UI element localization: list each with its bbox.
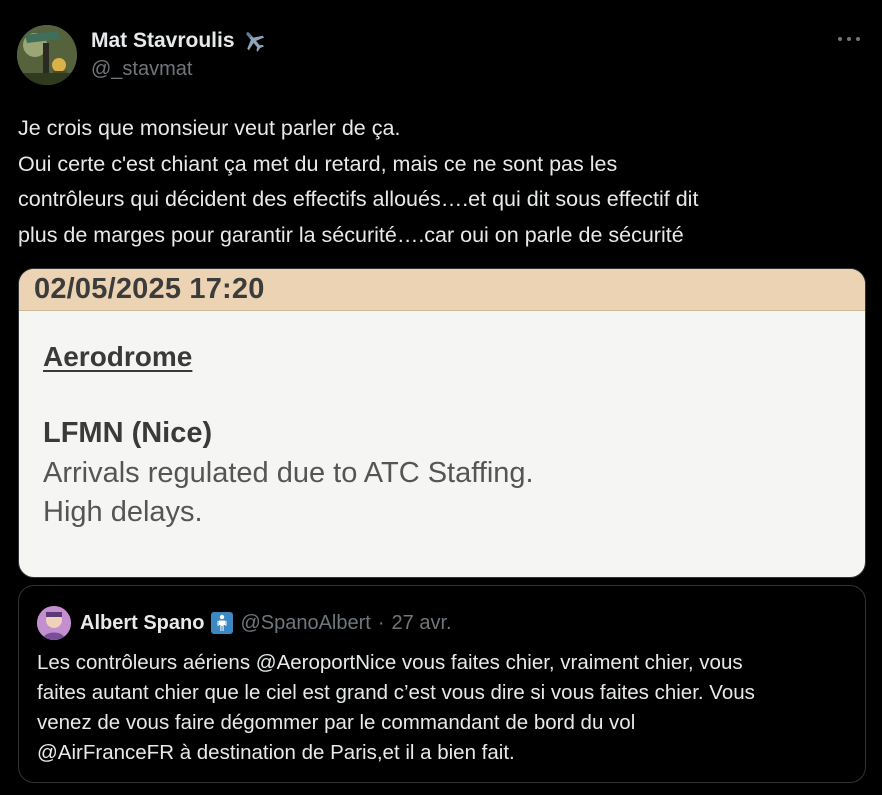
tweet-text-line: plus de marges pour garantir la sécurité… [18, 222, 684, 247]
quoted-text: Les contrôleurs aériens @AeroportNice vo… [37, 648, 857, 768]
quoted-date[interactable]: 27 avr. [392, 612, 452, 635]
more-options-button[interactable] [834, 24, 864, 54]
author-handle[interactable]: @_stavmat [91, 58, 192, 81]
media-airport: LFMN (Nice) [43, 417, 213, 449]
author-avatar[interactable] [17, 25, 77, 85]
quoted-avatar-image [37, 606, 71, 640]
media-section-title: Aerodrome [43, 341, 193, 372]
tweet-text-line: Oui certe c'est chiant ça met du retard,… [18, 151, 618, 176]
quoted-display-name[interactable]: Albert Spano [80, 612, 204, 635]
quoted-tweet[interactable]: Albert Spano @SpanoAlbert · 27 avr. Les … [18, 585, 866, 783]
more-horizontal-icon [838, 37, 860, 41]
media-message-line: Arrivals regulated due to ATC Staffing. [43, 457, 534, 489]
quoted-text-line: faites autant chier que le ciel est gran… [37, 681, 755, 704]
quoted-text-line: Les contrôleurs aériens @AeroportNice vo… [37, 651, 743, 674]
media-message-line: High delays. [43, 496, 203, 528]
meta-separator: · [377, 611, 385, 634]
quoted-text-line: @AirFranceFR à destination de Paris,et i… [37, 741, 515, 764]
quoted-text-line: venez de vous faire dégommer par le comm… [37, 711, 636, 734]
quoted-handle[interactable]: @SpanoAlbert [240, 612, 370, 635]
quoted-meta: Albert Spano @SpanoAlbert · 27 avr. [80, 610, 452, 636]
airplane-icon [245, 32, 264, 52]
tweet-text-line: Je crois que monsieur veut parler de ça. [18, 116, 401, 140]
media-header: 02/05/2025 17:20 [19, 269, 865, 311]
avatar-image [17, 25, 77, 85]
tweet-text: Je crois que monsieur veut parler de ça.… [18, 111, 868, 253]
media-date: 02/05/2025 17:20 [34, 273, 265, 305]
quoted-author-avatar[interactable] [37, 606, 71, 640]
person-standing-icon [211, 612, 234, 634]
author-name-row[interactable]: Mat Stavroulis [91, 28, 267, 54]
media-image[interactable]: 02/05/2025 17:20 Aerodrome LFMN (Nice) A… [18, 268, 866, 578]
tweet: Mat Stavroulis @_stavmat Je crois que mo… [0, 0, 882, 795]
tweet-text-line: contrôleurs qui décident des effectifs a… [18, 187, 699, 211]
author-display-name[interactable]: Mat Stavroulis [91, 29, 235, 53]
